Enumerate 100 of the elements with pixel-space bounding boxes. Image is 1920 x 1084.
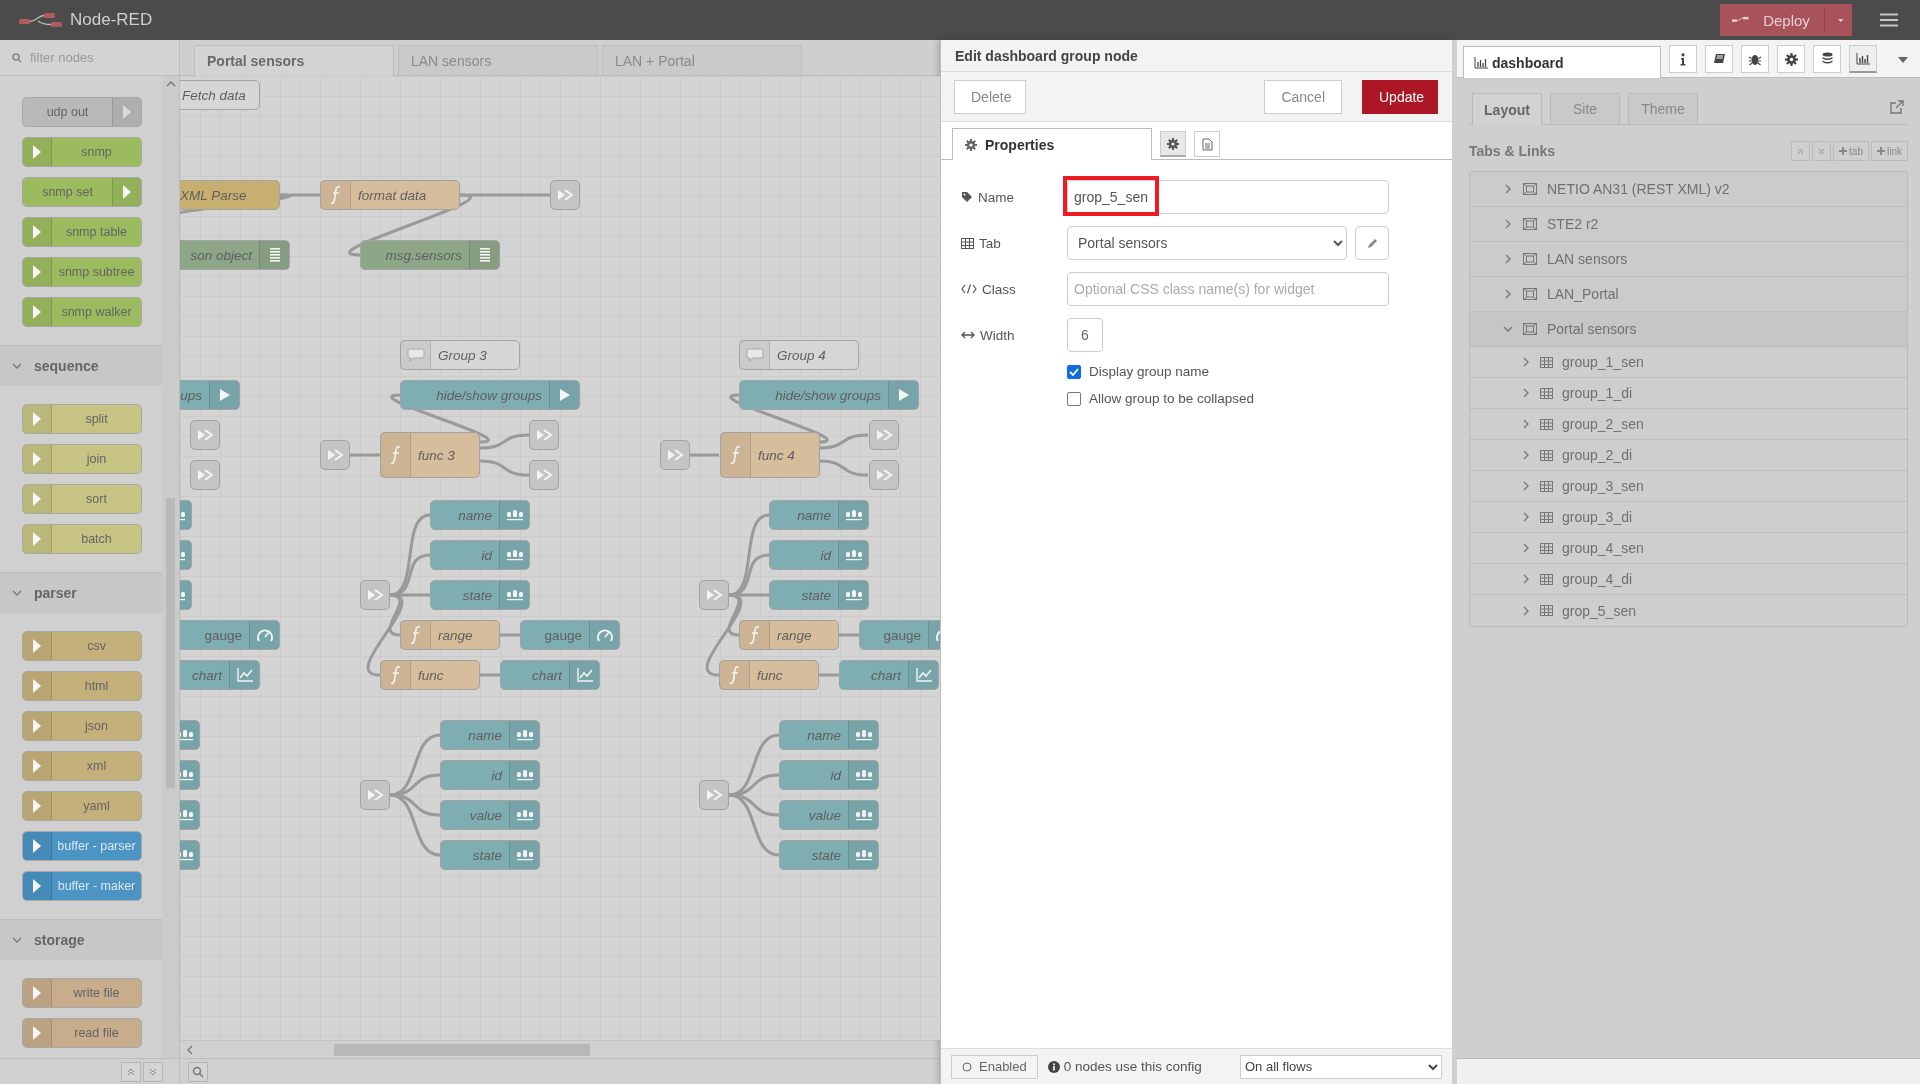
category-header[interactable]: storage bbox=[0, 919, 162, 960]
palette-node[interactable]: buffer - maker bbox=[22, 871, 142, 901]
move-up-button[interactable] bbox=[1791, 141, 1811, 161]
flow-node[interactable]: range bbox=[739, 620, 839, 650]
edit-button[interactable] bbox=[1355, 226, 1389, 260]
node-fragment[interactable] bbox=[360, 580, 390, 610]
flow-node[interactable]: XML Parse bbox=[180, 180, 280, 210]
node-fragment[interactable] bbox=[660, 440, 690, 470]
palette-node[interactable]: buffer - parser bbox=[22, 831, 142, 861]
palette-node[interactable]: json bbox=[22, 711, 142, 741]
sidebar-subtab[interactable]: Site bbox=[1550, 93, 1620, 124]
scope-select[interactable]: On all flows bbox=[1240, 1054, 1442, 1079]
text-field[interactable]: grop_5_sen bbox=[1067, 180, 1389, 214]
palette-node[interactable]: batch bbox=[22, 524, 142, 554]
chevron-icon[interactable] bbox=[1521, 512, 1531, 522]
sidebar-button[interactable] bbox=[1669, 45, 1697, 73]
flow-node[interactable]: id bbox=[440, 760, 540, 790]
category-header[interactable]: parser bbox=[0, 572, 162, 613]
chevron-icon[interactable] bbox=[1521, 419, 1531, 429]
flow-node[interactable]: msg.sensors bbox=[360, 240, 500, 270]
chevron-icon[interactable] bbox=[1503, 184, 1513, 194]
checkbox[interactable] bbox=[1067, 364, 1081, 379]
search-button[interactable] bbox=[188, 1061, 208, 1082]
flow-node[interactable]: name bbox=[440, 720, 540, 750]
flow-node[interactable]: func 4 bbox=[720, 432, 820, 478]
caret-icon[interactable] bbox=[1898, 57, 1908, 63]
chevron-icon[interactable] bbox=[1521, 574, 1531, 584]
chevron-icon[interactable] bbox=[12, 361, 22, 371]
palette-node[interactable]: sort bbox=[22, 484, 142, 514]
sidebar-button[interactable] bbox=[1741, 45, 1769, 73]
flow-node[interactable]: Group 3 bbox=[400, 340, 520, 370]
node-fragment[interactable] bbox=[529, 420, 559, 450]
flow-node[interactable]: id bbox=[779, 760, 879, 790]
tree-row[interactable]: Portal sensors bbox=[1470, 312, 1907, 347]
add-button[interactable]: link bbox=[1871, 141, 1908, 161]
sidebar-button[interactable] bbox=[1705, 45, 1733, 73]
node-fragment[interactable] bbox=[320, 440, 350, 470]
node-fragment[interactable] bbox=[869, 420, 899, 450]
move-down-button[interactable] bbox=[1812, 141, 1832, 161]
flow-node[interactable]: state bbox=[440, 840, 540, 870]
chevron-icon[interactable] bbox=[1521, 388, 1531, 398]
collapse-button[interactable] bbox=[121, 1061, 141, 1082]
flow-node[interactable]: format data bbox=[320, 180, 460, 210]
deploy-button[interactable]: Deploy bbox=[1720, 4, 1852, 36]
delete-button[interactable]: Delete bbox=[954, 79, 1026, 114]
flow-tab[interactable]: LAN + Portal bbox=[602, 45, 802, 75]
chevron-icon[interactable] bbox=[1503, 219, 1513, 229]
chevron-icon[interactable] bbox=[1503, 289, 1513, 299]
palette-node[interactable]: csv bbox=[22, 631, 142, 661]
palette-node[interactable]: html bbox=[22, 671, 142, 701]
flow-node[interactable]: Group 4 bbox=[739, 340, 859, 370]
flow-node[interactable]: value bbox=[440, 800, 540, 830]
node-fragment[interactable] bbox=[699, 580, 729, 610]
palette-node[interactable]: snmp subtree bbox=[22, 257, 142, 287]
node-fragment[interactable] bbox=[190, 460, 220, 490]
flow-node[interactable]: id bbox=[769, 540, 869, 570]
menu-icon[interactable] bbox=[1880, 13, 1898, 27]
flow-node[interactable]: son object bbox=[180, 240, 290, 270]
flow-node[interactable]: state bbox=[430, 580, 530, 610]
flow-node[interactable]: range bbox=[400, 620, 500, 650]
tree-row[interactable]: STE2 r2 bbox=[1470, 207, 1907, 242]
chevron-icon[interactable] bbox=[1521, 481, 1531, 491]
node-fragment[interactable] bbox=[699, 780, 729, 810]
flow-node[interactable]: name bbox=[779, 720, 879, 750]
tree-row[interactable]: NETIO AN31 (REST XML) v2 bbox=[1470, 172, 1907, 207]
node-fragment[interactable] bbox=[190, 420, 220, 450]
palette-node[interactable]: udp out bbox=[22, 97, 142, 127]
flow-node[interactable]: state bbox=[769, 580, 869, 610]
sidebar-button[interactable] bbox=[1777, 45, 1805, 73]
palette-node[interactable]: read file bbox=[22, 1018, 142, 1048]
sidebar-tab[interactable]: dashboard bbox=[1463, 46, 1661, 78]
sidebar-subtab[interactable]: Layout bbox=[1472, 93, 1542, 125]
palette-node[interactable]: yaml bbox=[22, 791, 142, 821]
flow-node[interactable]: gauge bbox=[859, 620, 940, 650]
node-fragment[interactable] bbox=[869, 460, 899, 490]
palette-node[interactable]: snmp table bbox=[22, 217, 142, 247]
flow-node[interactable]: id bbox=[430, 540, 530, 570]
chevron-icon[interactable] bbox=[1503, 254, 1513, 264]
scroll-left-icon[interactable] bbox=[186, 1044, 194, 1055]
flow-node[interactable]: func bbox=[380, 660, 480, 690]
cancel-button[interactable]: Cancel bbox=[1264, 79, 1342, 114]
flow-node[interactable]: name bbox=[430, 500, 530, 530]
chevron-icon[interactable] bbox=[1503, 324, 1513, 334]
chevron-icon[interactable] bbox=[1521, 543, 1531, 553]
flow-node[interactable]: gauge bbox=[180, 620, 280, 650]
flow-node[interactable]: func bbox=[719, 660, 819, 690]
palette-node[interactable]: snmp walker bbox=[22, 297, 142, 327]
flow-node[interactable]: hide/show groups bbox=[739, 380, 919, 410]
flow-tab[interactable]: Portal sensors bbox=[194, 45, 394, 76]
flow-node[interactable]: ups bbox=[180, 380, 240, 410]
scrollbar-thumb[interactable] bbox=[334, 1043, 590, 1056]
filter-field[interactable]: filter nodes bbox=[28, 49, 162, 66]
palette-node[interactable]: xml bbox=[22, 751, 142, 781]
node-fragment[interactable] bbox=[529, 460, 559, 490]
chevron-icon[interactable] bbox=[1521, 450, 1531, 460]
flow-node[interactable]: chart bbox=[500, 660, 600, 690]
node-fragment[interactable] bbox=[550, 180, 580, 210]
chevron-icon[interactable] bbox=[12, 588, 22, 598]
add-button[interactable]: tab bbox=[1833, 141, 1869, 161]
settings-button[interactable] bbox=[1160, 131, 1186, 157]
